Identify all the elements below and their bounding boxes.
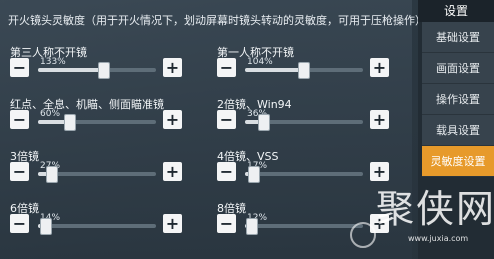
- slider-handle[interactable]: [257, 114, 270, 131]
- sidebar-item-controls[interactable]: 操作设置: [422, 84, 494, 115]
- sensitivity-slider[interactable]: [38, 114, 156, 131]
- setting-6x-scope: 6倍镜 − 14% +: [10, 200, 185, 250]
- sidebar-title: 设置: [418, 0, 494, 22]
- section-header: 开火镜头灵敏度（用于开火情况下，划动屏幕时镜头转动的灵敏度，可用于压枪操作）: [8, 14, 426, 27]
- sensitivity-slider[interactable]: [245, 114, 363, 131]
- slider-handle[interactable]: [40, 218, 53, 235]
- watermark-url: www.juxia.com: [408, 234, 469, 243]
- sidebar-item-vehicle[interactable]: 载具设置: [422, 115, 494, 146]
- slider-handle[interactable]: [45, 166, 58, 183]
- slider-handle[interactable]: [297, 62, 310, 79]
- sensitivity-slider[interactable]: [38, 218, 156, 235]
- slider-fill: [245, 68, 303, 72]
- sensitivity-slider[interactable]: [38, 166, 156, 183]
- sensitivity-slider[interactable]: [245, 166, 363, 183]
- decrease-button[interactable]: −: [10, 110, 29, 129]
- setting-label: 红点、全息、机瞄、侧面瞄准镜: [10, 98, 164, 111]
- increase-button[interactable]: +: [370, 58, 389, 77]
- sensitivity-slider[interactable]: [245, 218, 363, 235]
- decrease-button[interactable]: −: [217, 58, 236, 77]
- sensitivity-slider[interactable]: [38, 62, 156, 79]
- increase-button[interactable]: +: [163, 58, 182, 77]
- decrease-button[interactable]: −: [217, 162, 236, 181]
- decrease-button[interactable]: −: [10, 58, 29, 77]
- watermark-logo-icon: [350, 222, 376, 248]
- setting-2x-scope: 2倍镜、Win94 − 36% +: [217, 96, 392, 146]
- sidebar-item-sensitivity[interactable]: 灵敏度设置: [422, 146, 494, 177]
- slider-handle[interactable]: [63, 114, 76, 131]
- watermark-text: 聚侠网: [376, 187, 494, 231]
- increase-button[interactable]: +: [370, 110, 389, 129]
- slider-handle[interactable]: [248, 166, 261, 183]
- percent-value: 104%: [247, 57, 273, 67]
- decrease-button[interactable]: −: [217, 214, 236, 233]
- site-watermark: 聚侠网 www.juxia.com: [350, 178, 494, 259]
- decrease-button[interactable]: −: [10, 162, 29, 181]
- setting-third-person: 第三人称不开镜 − 133% +: [10, 44, 185, 94]
- slider-fill: [38, 68, 103, 72]
- slider-handle[interactable]: [97, 62, 110, 79]
- increase-button[interactable]: +: [163, 162, 182, 181]
- decrease-button[interactable]: −: [10, 214, 29, 233]
- sidebar-item-graphics[interactable]: 画面设置: [422, 53, 494, 84]
- slider-handle[interactable]: [245, 218, 258, 235]
- setting-red-dot: 红点、全息、机瞄、侧面瞄准镜 − 60% +: [10, 96, 185, 146]
- percent-value: 133%: [40, 57, 66, 67]
- setting-3x-scope: 3倍镜 − 27% +: [10, 148, 185, 198]
- sidebar-item-basic[interactable]: 基础设置: [422, 22, 494, 53]
- sensitivity-slider[interactable]: [245, 62, 363, 79]
- percent-value: 60%: [40, 109, 61, 119]
- increase-button[interactable]: +: [163, 214, 182, 233]
- decrease-button[interactable]: −: [217, 110, 236, 129]
- setting-first-person: 第一人称不开镜 − 104% +: [217, 44, 392, 94]
- increase-button[interactable]: +: [163, 110, 182, 129]
